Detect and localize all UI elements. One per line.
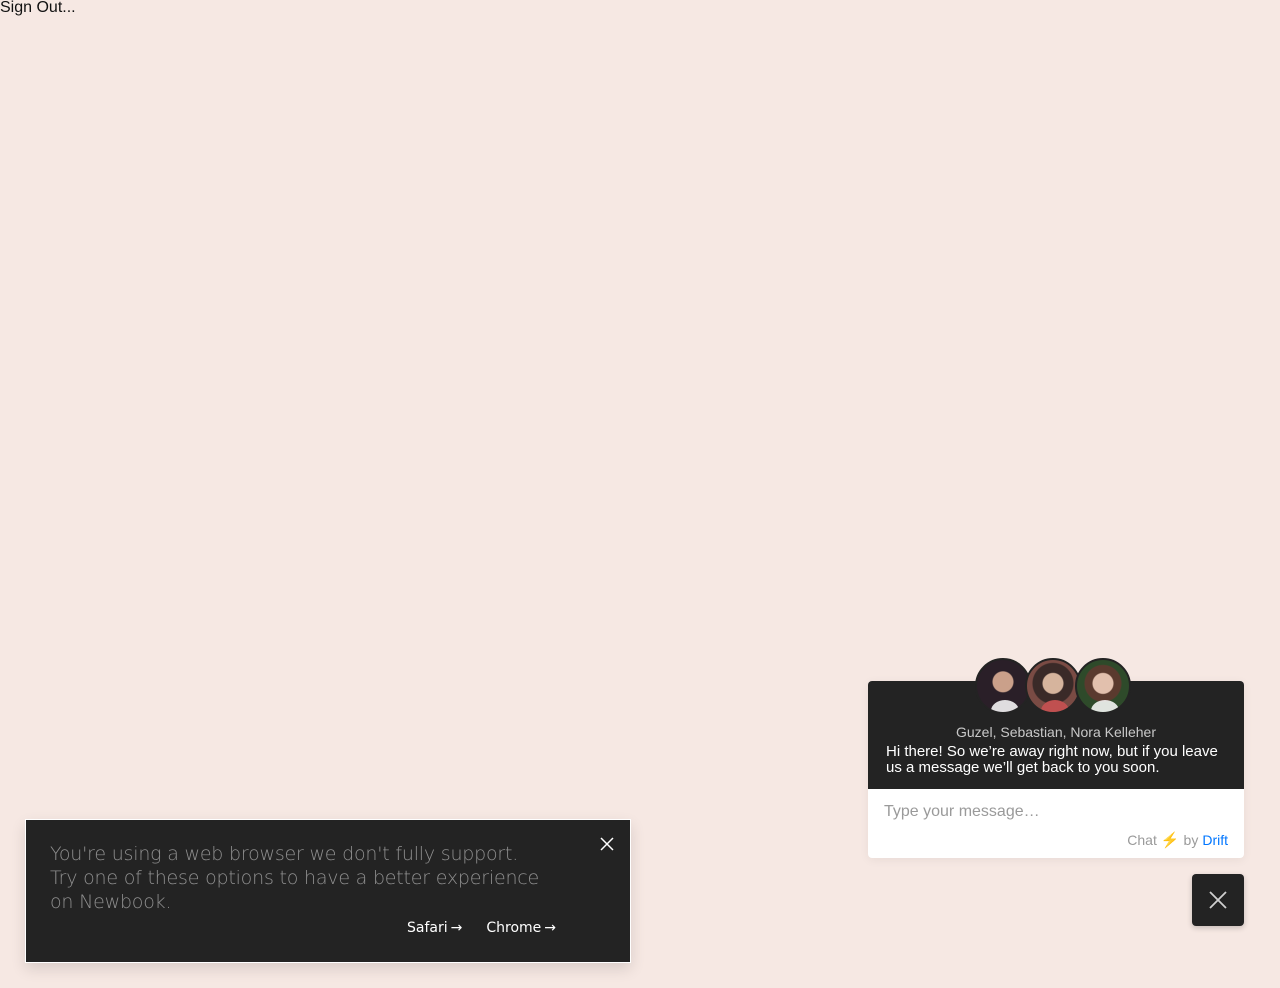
safari-link[interactable]: Safari → bbox=[407, 920, 462, 936]
chat-widget: Guzel, Sebastian, Nora Kelleher Hi there… bbox=[868, 658, 1244, 858]
close-icon[interactable] bbox=[599, 836, 615, 852]
page: Sign Out... You're using a web browser w… bbox=[0, 0, 1280, 988]
chrome-link[interactable]: Chrome → bbox=[486, 920, 556, 936]
arrow-right-icon: → bbox=[450, 920, 463, 936]
browser-notice: You're using a web browser we don't full… bbox=[25, 819, 631, 963]
close-icon bbox=[1209, 891, 1227, 909]
avatar bbox=[1075, 658, 1131, 714]
safari-link-label: Safari bbox=[407, 920, 448, 936]
agent-avatars bbox=[975, 658, 1131, 714]
powered-prefix: Chat bbox=[1127, 832, 1157, 848]
signout-text: Sign Out... bbox=[0, 0, 76, 16]
chrome-link-label: Chrome bbox=[486, 920, 542, 936]
bolt-icon: ⚡ bbox=[1160, 832, 1180, 849]
drift-link[interactable]: Drift bbox=[1202, 832, 1228, 848]
powered-by: Chat ⚡ by Drift bbox=[1127, 831, 1228, 849]
browser-notice-message: You're using a web browser we don't full… bbox=[50, 843, 540, 913]
chat-close-button[interactable] bbox=[1192, 874, 1244, 926]
chat-greeting: Hi there! So we’re away right now, but i… bbox=[886, 743, 1218, 776]
avatar bbox=[1025, 658, 1081, 714]
powered-by-text: by bbox=[1183, 832, 1199, 848]
agent-names: Guzel, Sebastian, Nora Kelleher bbox=[956, 724, 1156, 740]
chat-header: Guzel, Sebastian, Nora Kelleher Hi there… bbox=[868, 658, 1244, 789]
browser-options: Safari → Chrome → bbox=[407, 920, 556, 936]
avatar bbox=[975, 658, 1031, 714]
chat-message-input[interactable] bbox=[884, 803, 1224, 821]
arrow-right-icon: → bbox=[544, 920, 557, 936]
